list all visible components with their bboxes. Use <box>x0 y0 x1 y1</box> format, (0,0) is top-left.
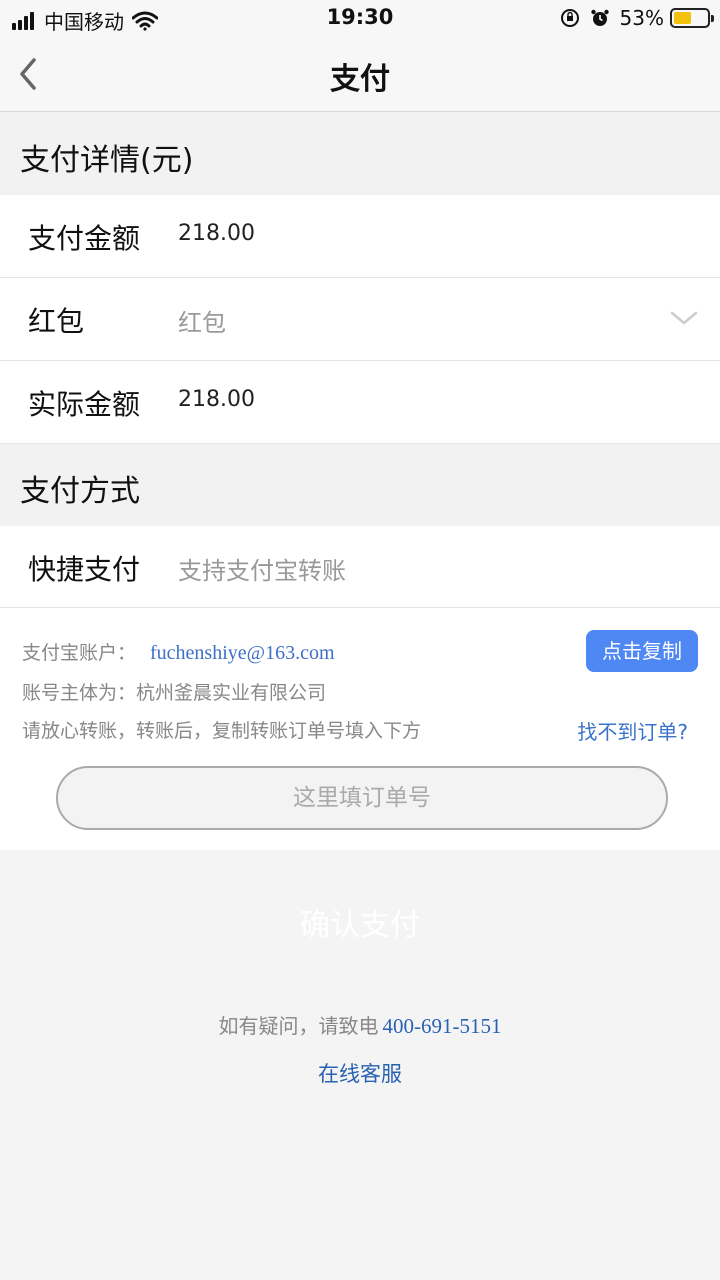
row-pay-amount: 支付金额 218.00 <box>0 195 720 278</box>
transfer-panel: 支付宝账户： fuchenshiye@163.com 点击复制 账号主体为：杭州釜… <box>0 608 720 850</box>
account-label: 支付宝账户： <box>22 642 137 664</box>
row-actual-amount: 实际金额 218.00 <box>0 361 720 444</box>
rotation-lock-icon <box>560 9 579 27</box>
method-section-header: 支付方式 <box>0 444 720 526</box>
account-email: fuchenshiye@163.com <box>150 642 335 664</box>
red-packet-select[interactable]: 红包 <box>178 303 226 338</box>
quick-pay-label: 快捷支付 <box>28 553 141 586</box>
row-red-packet[interactable]: 红包 红包 <box>0 278 720 361</box>
battery-icon <box>670 8 714 28</box>
status-right: 53% <box>560 6 714 30</box>
pay-amount-value: 218.00 <box>178 221 255 246</box>
chevron-down-icon[interactable] <box>670 308 698 328</box>
help-text: 如有疑问，请致电 <box>218 1014 379 1038</box>
details-section-title: 支付详情(元) <box>20 143 194 178</box>
account-owner: 账号主体为：杭州釜晨实业有限公司 <box>22 682 327 704</box>
help-line: 如有疑问，请致电 400-691-5151 <box>0 1010 720 1039</box>
row-quick-pay[interactable]: 快捷支付 支持支付宝转账 <box>0 526 720 608</box>
alarm-icon <box>590 9 609 26</box>
order-not-found-link[interactable]: 找不到订单? <box>577 716 688 745</box>
actual-amount-value: 218.00 <box>178 387 255 412</box>
status-bar: 中国移动 19:30 53% <box>0 0 720 36</box>
order-number-input[interactable] <box>56 766 668 830</box>
nav-bar: 支付 <box>0 36 720 112</box>
confirm-pay-button[interactable]: 确认支付 <box>0 900 720 944</box>
method-section-title: 支付方式 <box>20 474 140 509</box>
online-service-link[interactable]: 在线客服 <box>0 1058 720 1088</box>
pay-amount-label: 支付金额 <box>28 222 141 255</box>
red-packet-label: 红包 <box>28 305 85 338</box>
battery-level <box>674 12 691 24</box>
copy-button[interactable]: 点击复制 <box>586 630 698 672</box>
account-line: 支付宝账户： fuchenshiye@163.com <box>22 638 335 665</box>
page-title: 支付 <box>330 62 390 97</box>
actual-amount-label: 实际金额 <box>28 388 141 421</box>
help-phone-link[interactable]: 400-691-5151 <box>383 1014 502 1038</box>
transfer-instruction: 请放心转账，转账后，复制转账订单号填入下方 <box>22 720 422 742</box>
details-section-header: 支付详情(元) <box>0 113 720 195</box>
battery-percent: 53% <box>619 6 664 30</box>
quick-pay-description: 支持支付宝转账 <box>178 557 346 585</box>
